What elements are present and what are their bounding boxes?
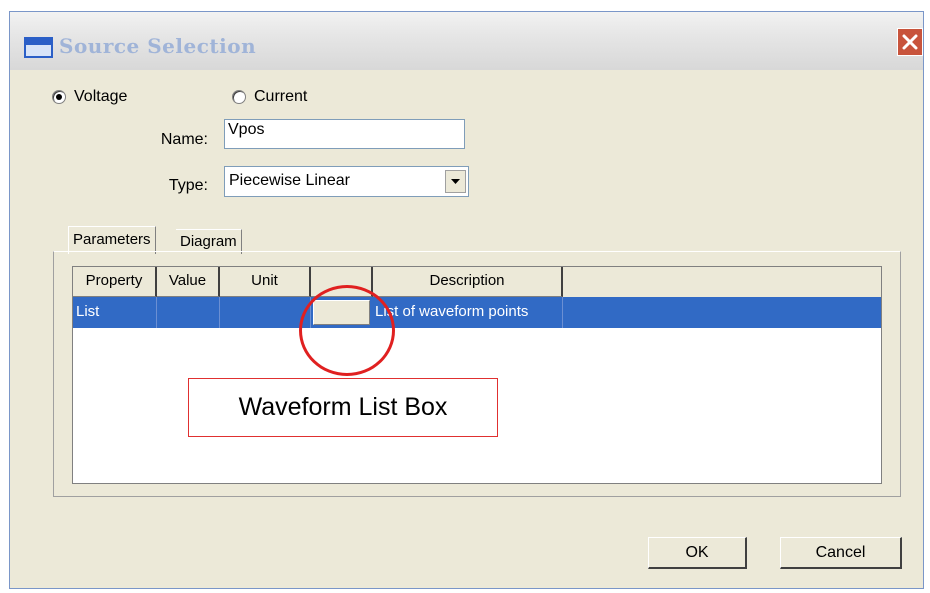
close-button[interactable] <box>897 28 923 56</box>
column-header-description[interactable]: Description <box>373 267 563 297</box>
cell-description: List of waveform points <box>373 297 563 328</box>
annotation-circle <box>299 285 395 376</box>
column-header-property[interactable]: Property <box>73 267 157 297</box>
cell-unit[interactable] <box>220 297 311 328</box>
window-icon <box>24 37 53 58</box>
close-icon <box>902 34 918 50</box>
tab-parameters[interactable]: Parameters <box>68 226 156 254</box>
current-radio[interactable]: Current <box>232 88 307 106</box>
radio-indicator <box>52 90 66 104</box>
radio-indicator <box>232 90 246 104</box>
voltage-radio[interactable]: Voltage <box>52 88 127 106</box>
table-row[interactable]: List List of waveform points <box>73 297 881 328</box>
voltage-radio-label: Voltage <box>74 88 128 105</box>
name-label: Name: <box>160 131 208 148</box>
chevron-down-icon <box>451 178 460 184</box>
annotation-callout: Waveform List Box <box>188 378 498 437</box>
column-header-unit[interactable]: Unit <box>220 267 311 297</box>
parameters-grid[interactable]: Property Value Unit Description List Lis… <box>72 266 882 484</box>
current-radio-label: Current <box>254 88 308 105</box>
cancel-button[interactable]: Cancel <box>780 537 902 569</box>
type-select[interactable]: Piecewise Linear <box>224 166 469 197</box>
name-field[interactable]: Vpos <box>224 119 465 149</box>
type-select-value: Piecewise Linear <box>229 172 350 189</box>
type-label: Type: <box>168 177 208 194</box>
cell-property: List <box>73 297 157 328</box>
window-title: Source Selection <box>59 34 257 58</box>
column-header-value[interactable]: Value <box>157 267 220 297</box>
title-bar[interactable]: Source Selection <box>10 12 923 70</box>
dropdown-button[interactable] <box>445 170 466 193</box>
cell-value[interactable] <box>157 297 220 328</box>
ok-button[interactable]: OK <box>648 537 747 569</box>
column-header-filler <box>563 267 881 298</box>
